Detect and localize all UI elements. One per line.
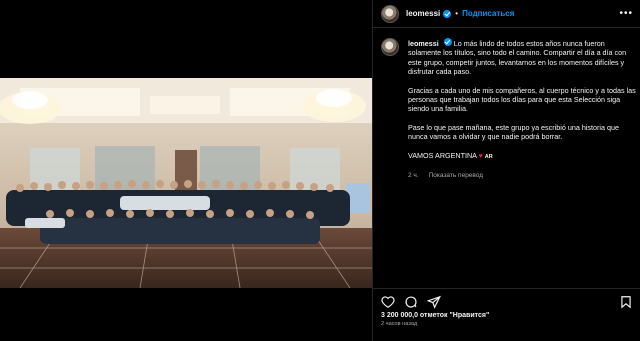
- verified-badge-icon: [443, 9, 452, 18]
- header-separator: •: [455, 9, 459, 18]
- team-photo-illustration: [0, 78, 372, 288]
- posted-ago[interactable]: 2 часов назад: [373, 319, 640, 327]
- likes-count[interactable]: 3 200 000,0 отметок "Нравится": [373, 309, 640, 319]
- heart-icon[interactable]: [381, 295, 395, 309]
- caption-closing-text: VAMOS ARGENTINA: [408, 150, 477, 160]
- header-username[interactable]: leomessi: [406, 9, 440, 18]
- comment-icon[interactable]: [404, 295, 418, 309]
- caption-avatar[interactable]: [381, 38, 399, 56]
- caption-paragraph-2: Gracias a cada uno de mis compañeros, al…: [408, 85, 636, 114]
- post-side-panel: leomessi • Подписаться ••• leomessi Lo m…: [372, 0, 640, 341]
- caption-time[interactable]: 2 ч.: [408, 171, 419, 180]
- caption-row: leomessi Lo más lindo de todos estos año…: [381, 38, 637, 180]
- media-pane: [0, 0, 372, 341]
- heart-emoji-icon: ♥: [478, 152, 483, 160]
- caption-paragraph-1-text: Lo más lindo de todos estos años nunca f…: [408, 39, 627, 77]
- post-header: leomessi • Подписаться •••: [373, 0, 640, 28]
- more-options-icon[interactable]: •••: [619, 8, 633, 19]
- action-icons: [373, 289, 640, 309]
- caption-paragraph-3: Pase lo que pase mañana, este grupo ya e…: [408, 122, 619, 142]
- caption-text: leomessi Lo más lindo de todos estos año…: [408, 38, 637, 180]
- post-actions: 3 200 000,0 отметок "Нравится" 2 часов н…: [373, 288, 640, 341]
- post-photo[interactable]: [0, 78, 372, 288]
- follow-button[interactable]: Подписаться: [462, 9, 514, 18]
- caption-closing: VAMOS ARGENTINA ♥ AR: [408, 151, 637, 162]
- caption-username[interactable]: leomessi: [408, 39, 439, 48]
- show-translation-link[interactable]: Показать перевод: [429, 171, 483, 180]
- caption-paragraph-1: leomessi Lo más lindo de todos estos año…: [408, 38, 637, 77]
- share-icon[interactable]: [427, 295, 441, 309]
- argentina-flag-icon: AR: [484, 153, 493, 160]
- bookmark-icon[interactable]: [619, 295, 633, 309]
- caption-area: leomessi Lo más lindo de todos estos año…: [381, 38, 637, 288]
- caption-verified-badge-icon: [443, 38, 452, 46]
- avatar[interactable]: [381, 4, 399, 23]
- caption-meta: 2 ч. Показать перевод: [408, 171, 637, 180]
